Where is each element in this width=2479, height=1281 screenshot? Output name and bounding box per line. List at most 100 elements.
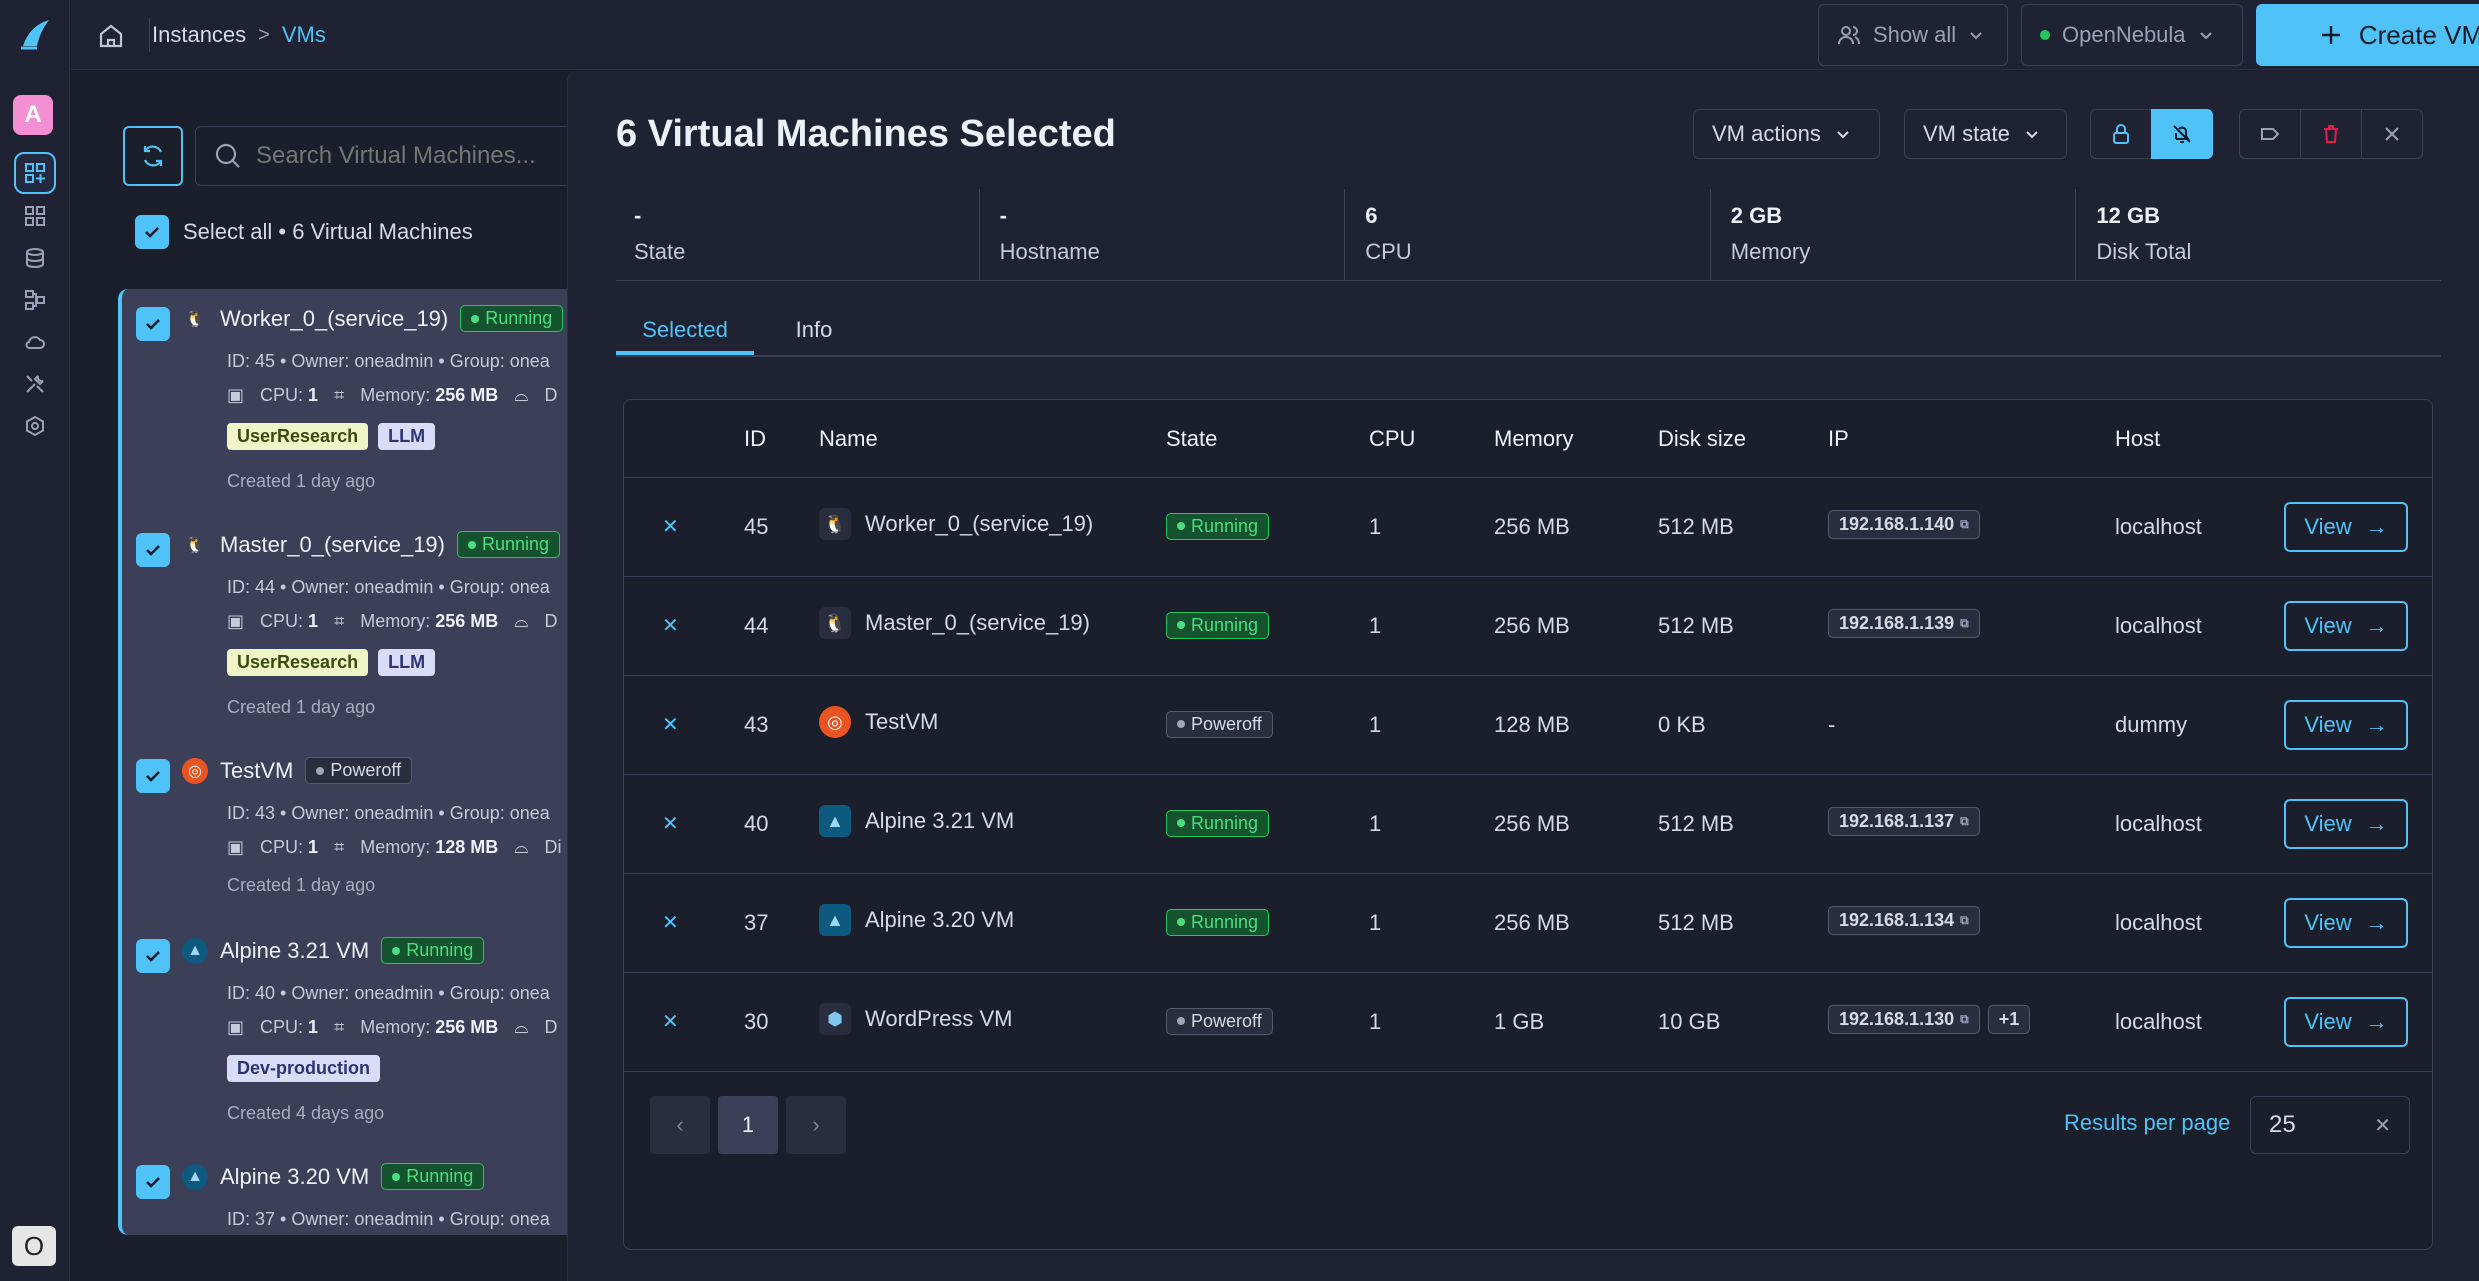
vm-card-checkbox[interactable] [136,759,170,793]
cloud-icon[interactable] [14,321,56,363]
vm-card-meta: ID: 44 • Owner: oneadmin • Group: onea [227,577,550,597]
ip-pill[interactable]: 192.168.1.140 ⧉ [1828,510,1980,539]
ip-pill[interactable]: 192.168.1.134 ⧉ [1828,906,1980,935]
vm-actions-dropdown[interactable]: VM actions [1693,109,1880,159]
label-button[interactable] [2239,109,2301,159]
zone-selector[interactable]: OpenNebula [2021,4,2243,66]
table-row[interactable]: ✕ 44 🐧 Master_0_(service_19) Running 1 25… [624,577,2432,676]
table-row[interactable]: ✕ 40 ▲ Alpine 3.21 VM Running 1 256 MB 51… [624,775,2432,874]
col-ip[interactable]: IP [1828,426,1849,452]
trash-icon [2324,125,2338,143]
ip-pill[interactable]: 192.168.1.137 ⧉ [1828,807,1980,836]
vm-card-checkbox[interactable] [136,939,170,973]
tab-bar: Selected Info [616,317,2441,357]
vm-card-checkbox[interactable] [136,533,170,567]
view-button[interactable]: View → [2284,601,2408,651]
bottom-badge[interactable]: O [12,1226,56,1266]
unlock-button[interactable] [2151,109,2213,159]
row-memory: 256 MB [1494,514,1570,539]
col-id[interactable]: ID [744,426,766,452]
opennebula-logo-icon[interactable] [17,16,53,52]
breadcrumb-vms[interactable]: VMs [282,22,326,48]
table-row[interactable]: ✕ 37 ▲ Alpine 3.20 VM Running 1 256 MB 51… [624,874,2432,973]
table-row[interactable]: ✕ 43 ◎ TestVM Poweroff 1 128 MB 0 KB - du… [624,676,2432,775]
tab-selected[interactable]: Selected [616,317,754,355]
create-vm-button[interactable]: Create VM [2256,4,2479,66]
table-row[interactable]: ✕ 45 🐧 Worker_0_(service_19) Running 1 25… [624,478,2432,577]
linux-icon: 🐧 [819,607,851,639]
col-state[interactable]: State [1166,426,1217,452]
results-per-page-label: Results per page [2064,1110,2231,1135]
summary-state: - State [616,189,980,280]
vm-state-dropdown[interactable]: VM state [1904,109,2067,159]
vm-card-meta: ID: 37 • Owner: oneadmin • Group: onea [227,1209,550,1229]
search-box[interactable] [195,126,615,186]
view-button[interactable]: View → [2284,997,2408,1047]
ip-pill[interactable]: 192.168.1.130 ⧉ [1828,1005,1980,1034]
results-per-page-select[interactable]: 25 ✕ [2250,1096,2410,1154]
storage-icon[interactable] [14,237,56,279]
row-cpu: 1 [1369,514,1382,539]
show-all-button[interactable]: Show all [1818,4,2008,66]
copy-icon: ⧉ [1960,913,1969,927]
remove-row-icon[interactable]: ✕ [662,712,679,737]
copy-icon: ⧉ [1960,1012,1969,1026]
remove-row-icon[interactable]: ✕ [662,910,679,935]
status-badge: Running [460,305,564,332]
col-cpu[interactable]: CPU [1369,426,1415,452]
home-icon[interactable] [95,20,127,52]
lock-button[interactable] [2090,109,2152,159]
row-name: ⬢ WordPress VM [819,1003,1013,1035]
select-all-checkbox[interactable] [135,215,169,249]
row-id: 43 [744,712,769,737]
vm-card-created: Created 1 day ago [227,697,376,717]
status-badge: Poweroff [305,757,413,784]
search-input[interactable] [256,142,576,170]
row-disk: 512 MB [1658,910,1734,935]
templates-icon[interactable] [14,195,56,237]
settings-icon[interactable] [14,405,56,447]
next-page-button[interactable]: › [786,1096,846,1154]
label-tag: UserResearch [227,649,369,676]
view-button[interactable]: View → [2284,700,2408,750]
view-button[interactable]: View → [2284,502,2408,552]
page-title: 6 Virtual Machines Selected [616,113,1116,155]
prev-page-button[interactable]: ‹ [650,1096,710,1154]
vm-card-checkbox[interactable] [136,1165,170,1199]
disk-icon: ⌓ [514,1017,529,1037]
remove-row-icon[interactable]: ✕ [662,514,679,539]
col-memory[interactable]: Memory [1494,426,1573,452]
arrow-right-icon: → [2365,514,2388,539]
ip-more-badge[interactable]: +1 [1987,1005,2031,1034]
col-name[interactable]: Name [819,426,878,452]
remove-row-icon[interactable]: ✕ [662,1009,679,1034]
delete-button[interactable] [2300,109,2362,159]
view-button[interactable]: View → [2284,799,2408,849]
close-button[interactable] [2361,109,2423,159]
show-all-label: Show all [1873,22,1957,47]
vm-card-meta: ID: 43 • Owner: oneadmin • Group: onea [227,803,550,823]
select-all[interactable]: Select all • 6 Virtual Machines [135,215,473,249]
col-host[interactable]: Host [2115,426,2160,452]
table-row[interactable]: ✕ 30 ⬢ WordPress VM Poweroff 1 1 GB 10 GB… [624,973,2432,1072]
breadcrumb-instances[interactable]: Instances [152,22,246,48]
ip-pill[interactable]: 192.168.1.139 ⧉ [1828,609,1980,638]
view-button[interactable]: View → [2284,898,2408,948]
col-disk-size[interactable]: Disk size [1658,426,1746,452]
network-icon[interactable] [14,279,56,321]
remove-row-icon[interactable]: ✕ [662,613,679,638]
user-avatar[interactable]: A [13,95,53,135]
tools-icon[interactable] [14,363,56,405]
instances-icon[interactable] [14,152,56,194]
tab-info[interactable]: Info [779,317,849,355]
vm-card-name: Master_0_(service_19) [220,531,445,557]
vm-card-created: Created 1 day ago [227,471,376,491]
remove-row-icon[interactable]: ✕ [662,811,679,836]
vm-card-checkbox[interactable] [136,307,170,341]
clear-icon[interactable]: ✕ [2374,1113,2391,1138]
page-button[interactable]: 1 [718,1096,778,1154]
vm-card-name: Alpine 3.21 VM [220,937,370,963]
refresh-button[interactable] [123,126,183,186]
users-icon [1838,26,1860,45]
left-rail: A O [0,0,70,1281]
